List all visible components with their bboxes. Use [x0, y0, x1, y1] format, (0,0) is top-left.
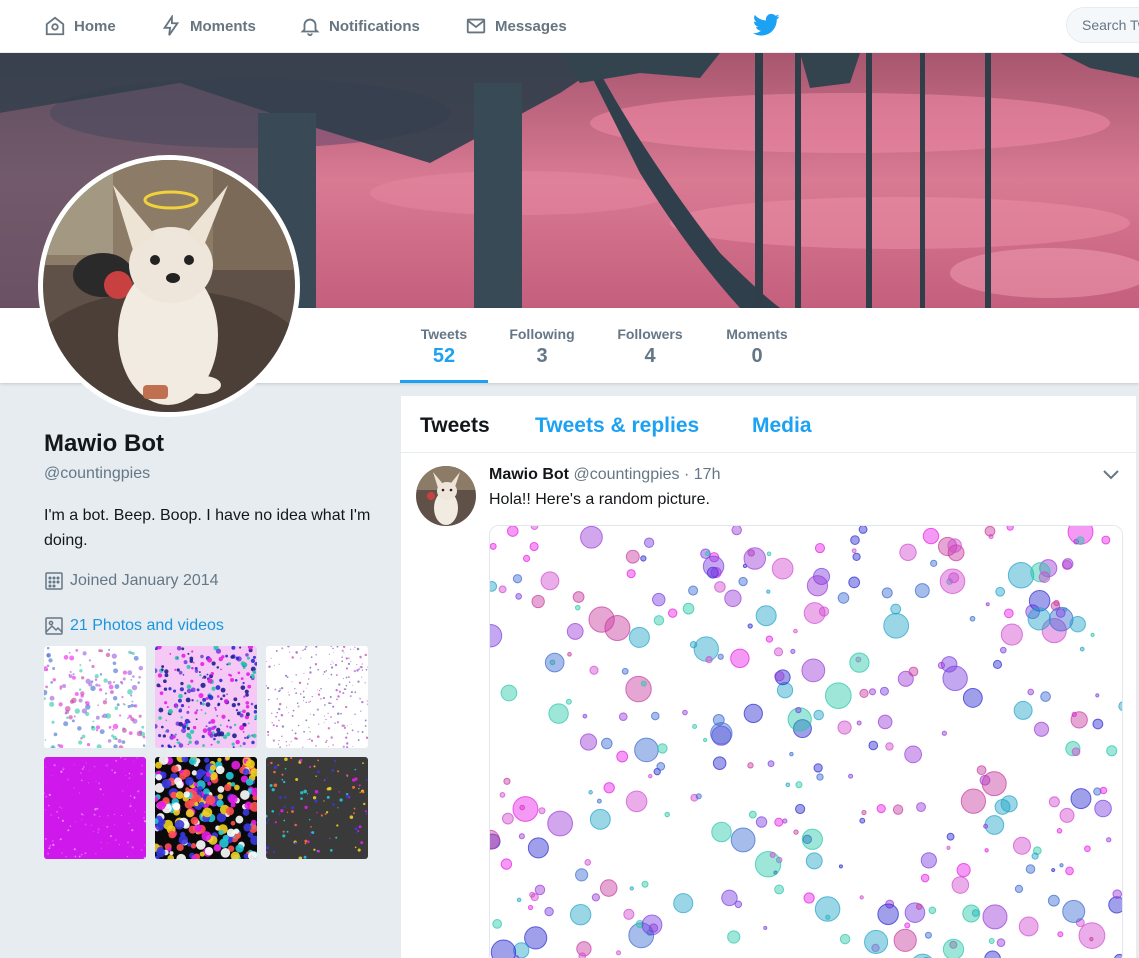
timeline: Tweets Tweets & replies Media Mawio Bot … — [401, 396, 1136, 958]
photo-thumb-3[interactable] — [266, 646, 368, 748]
stat-following-value: 3 — [536, 345, 548, 367]
tweet-header: Mawio Bot @countingpies · 17h — [489, 466, 720, 484]
nav-notifications-label: Notifications — [329, 17, 420, 35]
photo-thumb-5[interactable] — [155, 757, 257, 859]
profile-name[interactable]: Mawio Bot — [44, 430, 164, 458]
stat-tweets-label: Tweets — [420, 326, 468, 342]
timeline-tabs: Tweets Tweets & replies Media — [401, 396, 1136, 453]
search-input[interactable]: Search Twitter — [1066, 7, 1139, 43]
tweet-author-handle[interactable]: @countingpies — [573, 466, 679, 483]
photo-thumb-2[interactable] — [155, 646, 257, 748]
stat-moments-label: Moments — [726, 326, 788, 342]
stat-followers-label: Followers — [617, 326, 683, 342]
chevron-down-icon[interactable] — [1101, 468, 1121, 482]
twitter-bird-icon[interactable] — [753, 13, 780, 37]
image-icon — [45, 617, 63, 635]
stat-moments-value: 0 — [751, 345, 763, 367]
tab-tweets[interactable]: Tweets — [420, 414, 490, 438]
stat-followers[interactable]: Followers 4 — [608, 308, 692, 383]
nav-notifications[interactable]: Notifications — [299, 0, 420, 52]
stat-tweets[interactable]: Tweets 52 — [400, 308, 488, 383]
tab-tweets-replies[interactable]: Tweets & replies — [535, 414, 699, 438]
photo-thumb-1[interactable] — [44, 646, 146, 748]
profile-avatar[interactable] — [38, 155, 300, 417]
bell-icon — [300, 18, 320, 37]
photo-thumb-6[interactable] — [266, 757, 368, 859]
nav-home-label: Home — [74, 17, 116, 35]
tweet-dog-photo — [416, 466, 476, 526]
profile-handle[interactable]: @countingpies — [44, 465, 150, 483]
stat-following-label: Following — [509, 326, 575, 342]
dog-photo — [43, 160, 295, 412]
tweet-text: Hola!! Here's a random picture. — [489, 491, 710, 508]
tweet-image[interactable] — [489, 525, 1123, 958]
stat-moments[interactable]: Moments 0 — [716, 308, 798, 383]
nav-moments[interactable]: Moments — [160, 0, 256, 52]
home-icon — [45, 16, 65, 36]
top-nav: Home Moments Notifications Messages Sear… — [0, 0, 1139, 53]
nav-home[interactable]: Home — [44, 0, 116, 52]
calendar-icon — [45, 572, 63, 590]
profile-bio: I'm a bot. Beep. Boop. I have no idea wh… — [44, 507, 371, 549]
profile-joined-text: Joined January 2014 — [70, 572, 219, 589]
tab-media[interactable]: Media — [752, 414, 812, 438]
nav-messages-label: Messages — [495, 17, 567, 35]
nav-moments-label: Moments — [190, 17, 256, 35]
tweet-author-name[interactable]: Mawio Bot — [489, 466, 569, 483]
tweet-time[interactable]: · 17h — [684, 466, 720, 483]
profile-photos-link[interactable]: 21 Photos and videos — [44, 616, 224, 636]
tweet-avatar[interactable] — [416, 466, 476, 526]
profile-photos-text: 21 Photos and videos — [70, 617, 224, 634]
stat-following[interactable]: Following 3 — [502, 308, 582, 383]
stat-tweets-value: 52 — [432, 345, 456, 367]
nav-messages[interactable]: Messages — [465, 0, 567, 52]
stat-followers-value: 4 — [644, 345, 656, 367]
photo-thumb-4[interactable] — [44, 757, 146, 859]
lightning-icon — [162, 15, 180, 36]
envelope-icon — [466, 18, 486, 34]
profile-joined: Joined January 2014 — [44, 571, 219, 591]
